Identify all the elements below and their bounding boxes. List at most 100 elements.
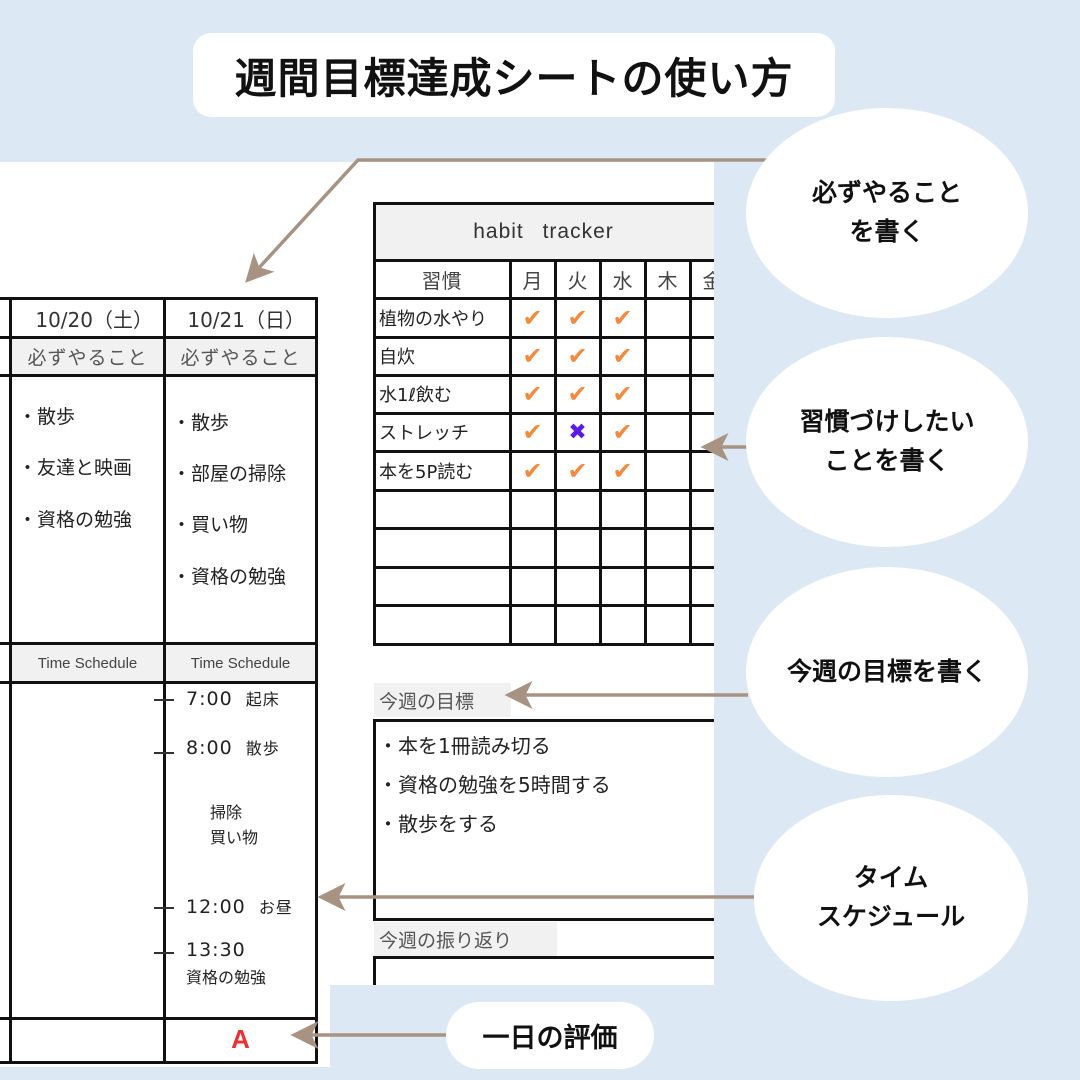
day-column-header: 木 [657,268,678,293]
grid-line [554,260,557,646]
habit-cell[interactable] [555,567,600,605]
page-title: 週間目標達成シートの使い方 [193,33,835,117]
todo-item: ・資格の勉強 [18,509,133,531]
check-icon[interactable]: ✔ [555,375,600,413]
schedule-time: 13:30 [186,939,246,961]
habit-cell[interactable] [600,528,645,567]
must-do-label: 必ずやること [166,339,315,374]
time-tick [154,752,174,754]
habit-name[interactable]: ストレッチ [373,413,510,451]
habit-cell[interactable] [645,528,690,567]
day-date-sun: 10/21（日） [187,307,305,332]
grid-line [315,297,318,1064]
habit-name[interactable]: 植物の水やり [373,298,510,337]
habit-cell[interactable] [645,413,690,451]
grid-line [0,1061,318,1064]
schedule-text: 資格の勉強 [186,968,267,987]
grid-line [0,1017,318,1020]
grid-line [373,203,376,646]
habit-cell[interactable] [510,528,555,567]
habit-column-header: 習慣 [421,268,462,293]
day-column-header: 火 [567,268,588,293]
day-column-header: 月 [522,268,543,293]
habit-name[interactable] [373,567,510,605]
grid-line [509,260,512,646]
check-icon[interactable]: ✔ [510,451,555,490]
grid-line [373,489,714,492]
habit-cell[interactable] [645,375,690,413]
check-icon[interactable]: ✔ [600,413,645,451]
callout-goal: 今週の目標を書く [746,567,1028,777]
callout-evaluation: 一日の評価 [446,1002,654,1069]
must-do-label: 必ずやること [12,339,163,374]
goal-item: ・本を1冊読み切る [378,734,551,758]
grid-line [644,260,647,646]
callout-schedule: タイム スケジュール [754,795,1028,1001]
check-icon[interactable]: ✔ [510,375,555,413]
day-column-header: 水 [612,268,633,293]
check-icon[interactable]: ✔ [600,375,645,413]
check-icon[interactable]: ✔ [555,298,600,337]
time-schedule-label: Time Schedule [12,645,163,681]
callout-must-do: 必ずやること を書く [746,108,1028,318]
todo-item: ・資格の勉強 [172,566,287,588]
check-icon[interactable]: ✔ [600,337,645,375]
check-icon[interactable]: ✔ [555,451,600,490]
weekly-review-label: 今週の振り返り [374,922,557,956]
day-date-sat: 10/20（土） [35,307,153,332]
check-icon[interactable]: ✔ [510,337,555,375]
habit-name[interactable] [373,490,510,528]
habit-name[interactable]: 自炊 [373,337,510,375]
background-strip [330,985,1080,1080]
schedule-text: 散歩 [245,739,280,758]
schedule-text: 買い物 [210,828,259,847]
habit-cell[interactable] [510,605,555,644]
grid-line [373,297,714,300]
schedule-entry: 8:00 散歩 [186,735,280,759]
time-tick [154,907,174,909]
habit-name[interactable]: 本を5P読む [373,451,510,490]
callout-habit: 習慣づけしたい ことを書く [746,337,1028,547]
schedule-entry: 7:00 起床 [186,686,280,710]
check-icon[interactable]: ✔ [600,298,645,337]
check-icon[interactable]: ✔ [555,337,600,375]
weekly-goal-label: 今週の目標 [374,683,511,717]
grid-line [373,202,714,205]
grid-line [373,604,714,607]
check-icon[interactable]: ✔ [600,451,645,490]
grid-line [0,681,318,684]
habit-cell[interactable] [645,298,690,337]
habit-cell[interactable] [600,567,645,605]
grid-line [373,374,714,377]
habit-name[interactable] [373,605,510,644]
habit-cell[interactable] [645,337,690,375]
habit-cell[interactable] [510,490,555,528]
check-icon[interactable]: ✔ [510,413,555,451]
habit-name[interactable]: 水1ℓ飲む [373,375,510,413]
time-tick [154,699,174,701]
habit-cell[interactable] [510,567,555,605]
goal-item: ・資格の勉強を5時間する [378,773,611,797]
habit-cell[interactable] [555,528,600,567]
grid-line [373,412,714,415]
habit-cell[interactable] [555,490,600,528]
habit-name[interactable] [373,528,510,567]
grid-line [0,374,318,377]
habit-cell[interactable] [555,605,600,644]
todo-item: ・散歩 [18,406,76,428]
schedule-time: 12:00 [186,896,246,918]
schedule-time: 7:00 [186,688,233,710]
check-icon[interactable]: ✔ [510,298,555,337]
habit-cell[interactable] [645,490,690,528]
habit-cell[interactable] [645,451,690,490]
grid-line [373,527,714,530]
habit-cell[interactable] [645,567,690,605]
time-tick [154,952,174,954]
day-grade: A [231,1024,250,1054]
cross-icon[interactable]: ✖ [555,413,600,451]
habit-cell[interactable] [600,490,645,528]
habit-tracker-title: habit tracker [373,203,714,260]
habit-cell[interactable] [600,605,645,644]
habit-cell[interactable] [645,605,690,644]
grid-line [373,259,714,262]
